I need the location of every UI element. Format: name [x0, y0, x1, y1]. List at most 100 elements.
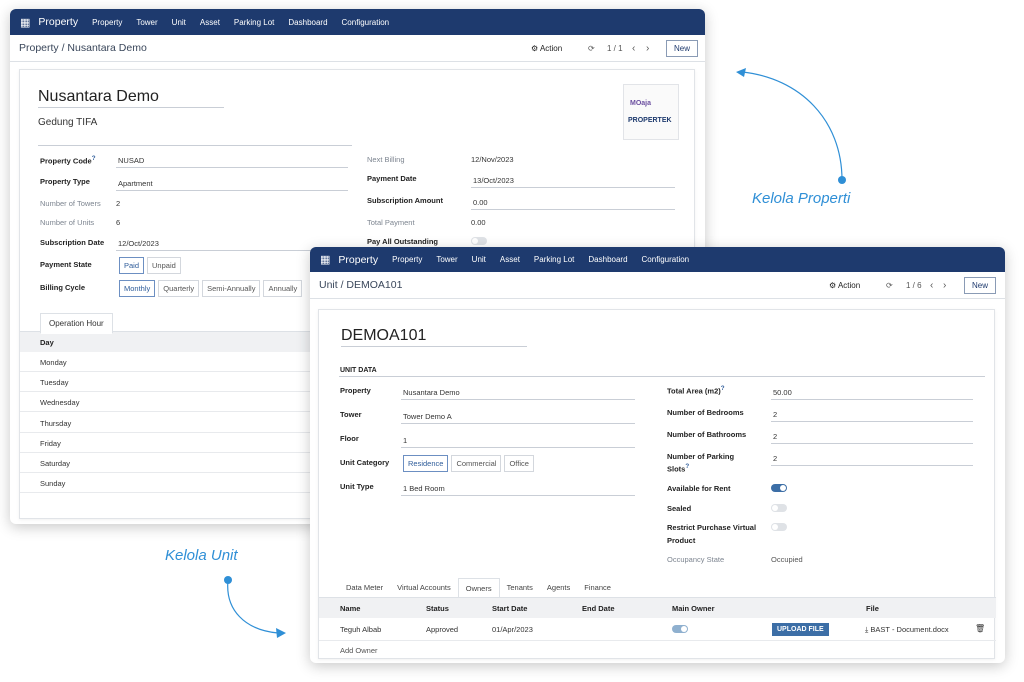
tab-agents[interactable]: Agents	[540, 578, 577, 599]
label-payment-state: Payment State	[40, 260, 92, 269]
menu-configuration[interactable]: Configuration	[642, 255, 690, 264]
option-annually[interactable]: Annually	[263, 280, 303, 297]
menu-tower[interactable]: Tower	[136, 18, 157, 27]
bathrooms-value[interactable]: 2	[773, 432, 777, 441]
menu-parking-lot[interactable]: Parking Lot	[534, 255, 574, 264]
action-button[interactable]: ⚙ Action	[531, 44, 562, 53]
arrow-to-unit	[227, 579, 279, 634]
day-name: Saturday	[40, 459, 71, 468]
day-name: Wednesday	[40, 398, 80, 408]
file-link[interactable]: ⤓ BAST - Document.docx	[865, 625, 949, 635]
app-name[interactable]: Property	[338, 254, 378, 266]
owner-status[interactable]: Approved	[426, 625, 458, 634]
label-floor: Floor	[340, 434, 359, 443]
bedrooms-value[interactable]: 2	[773, 410, 777, 419]
app-grid-icon[interactable]: ▦	[20, 16, 30, 29]
building-name[interactable]: Gedung TIFA	[38, 117, 97, 128]
main-owner-toggle[interactable]	[672, 625, 688, 633]
prev-icon[interactable]: ‹	[930, 280, 933, 291]
option-monthly[interactable]: Monthly	[119, 280, 156, 297]
tab-owners[interactable]: Owners	[457, 578, 500, 599]
column-status[interactable]: Status	[426, 604, 449, 613]
column-end-date[interactable]: End Date	[582, 604, 615, 613]
subscription-date-value[interactable]: 12/Oct/2023	[118, 239, 159, 248]
unit-category-options: Residence Commercial Office	[403, 455, 537, 472]
pager-value[interactable]: 1 / 1	[607, 44, 623, 53]
pager-value[interactable]: 1 / 6	[906, 281, 922, 290]
upload-file-button[interactable]: UPLOAD FILE	[772, 623, 829, 636]
option-unpaid[interactable]: Unpaid	[147, 257, 181, 274]
property-type-value[interactable]: Apartment	[118, 179, 153, 188]
unit-window: ▦ Property Property Tower Unit Asset Par…	[310, 247, 1005, 663]
owner-name[interactable]: Teguh Albab	[340, 625, 381, 634]
app-grid-icon[interactable]: ▦	[320, 253, 330, 266]
menu-tower[interactable]: Tower	[436, 255, 457, 264]
prev-icon[interactable]: ‹	[632, 43, 635, 54]
unit-name[interactable]: DEMOA101	[341, 327, 426, 345]
payment-date-value[interactable]: 13/Oct/2023	[473, 176, 514, 185]
tab-tenants[interactable]: Tenants	[500, 578, 540, 599]
label-property-code: Property Code?	[40, 155, 96, 166]
next-icon[interactable]: ›	[646, 43, 649, 54]
available-for-rent-toggle[interactable]	[771, 484, 787, 492]
breadcrumb[interactable]: Property / Nusantara Demo	[19, 42, 147, 54]
tab-virtual-accounts[interactable]: Virtual Accounts	[390, 578, 458, 599]
menu-dashboard[interactable]: Dashboard	[288, 18, 327, 27]
option-semi-annually[interactable]: Semi-Annually	[202, 280, 261, 297]
delete-icon[interactable]: 🗑	[975, 624, 985, 633]
app-name[interactable]: Property	[38, 16, 78, 28]
option-office[interactable]: Office	[504, 455, 534, 472]
new-button[interactable]: New	[964, 276, 997, 294]
property-value[interactable]: Nusantara Demo	[403, 388, 460, 397]
label-total-area: Total Area (m2)?	[667, 385, 725, 396]
restrict-purchase-toggle[interactable]	[771, 523, 787, 531]
arrow-to-property	[741, 71, 843, 181]
next-icon[interactable]: ›	[943, 280, 946, 291]
menu-unit[interactable]: Unit	[472, 255, 486, 264]
refresh-icon[interactable]: ⟳	[886, 281, 893, 290]
tower-value[interactable]: Tower Demo A	[403, 412, 452, 421]
top-navbar: ▦ Property Property Tower Unit Asset Par…	[310, 247, 1005, 272]
property-name[interactable]: Nusantara Demo	[38, 88, 159, 106]
label-payment-date: Payment Date	[367, 174, 417, 183]
tab-finance[interactable]: Finance	[577, 578, 618, 599]
payment-state-options: Paid Unpaid	[119, 257, 184, 274]
label-restrict-purchase-product: Product	[667, 536, 696, 545]
menu-parking-lot[interactable]: Parking Lot	[234, 18, 274, 27]
menu-dashboard[interactable]: Dashboard	[588, 255, 627, 264]
refresh-icon[interactable]: ⟳	[588, 44, 595, 53]
tab-operation-hour[interactable]: Operation Hour	[40, 313, 113, 334]
unit-type-value[interactable]: 1 Bed Room	[403, 484, 445, 493]
label-property: Property	[340, 386, 371, 395]
menu-property[interactable]: Property	[392, 255, 422, 264]
floor-value[interactable]: 1	[403, 436, 407, 445]
column-start-date[interactable]: Start Date	[492, 604, 527, 613]
subscription-amount-value[interactable]: 0.00	[473, 198, 488, 207]
pay-all-outstanding-toggle[interactable]	[471, 237, 487, 245]
new-button[interactable]: New	[666, 39, 699, 57]
section-unit-data: UNIT DATA	[340, 367, 377, 374]
caption-kelola-properti: Kelola Properti	[752, 190, 851, 207]
menu-property[interactable]: Property	[92, 18, 122, 27]
column-name[interactable]: Name	[340, 604, 360, 613]
menu-asset[interactable]: Asset	[200, 18, 220, 27]
add-owner-link[interactable]: Add Owner	[340, 646, 378, 655]
column-main-owner[interactable]: Main Owner	[672, 604, 715, 613]
option-residence[interactable]: Residence	[403, 455, 449, 472]
option-commercial[interactable]: Commercial	[451, 455, 502, 472]
menu-asset[interactable]: Asset	[500, 255, 520, 264]
menu-configuration[interactable]: Configuration	[342, 18, 390, 27]
breadcrumb[interactable]: Unit / DEMOA101	[319, 279, 402, 291]
label-pay-all-outstanding: Pay All Outstanding	[367, 237, 438, 246]
action-button[interactable]: ⚙ Action	[829, 281, 860, 290]
option-quarterly[interactable]: Quarterly	[158, 280, 200, 297]
column-file[interactable]: File	[866, 604, 879, 613]
option-paid[interactable]: Paid	[119, 257, 145, 274]
sealed-toggle[interactable]	[771, 504, 787, 512]
owner-start-date[interactable]: 01/Apr/2023	[492, 625, 533, 634]
menu-unit[interactable]: Unit	[172, 18, 186, 27]
total-area-value[interactable]: 50.00	[773, 388, 792, 397]
property-code-value[interactable]: NUSAD	[118, 156, 144, 165]
tab-data-meter[interactable]: Data Meter	[339, 578, 390, 599]
parking-slots-value[interactable]: 2	[773, 454, 777, 463]
